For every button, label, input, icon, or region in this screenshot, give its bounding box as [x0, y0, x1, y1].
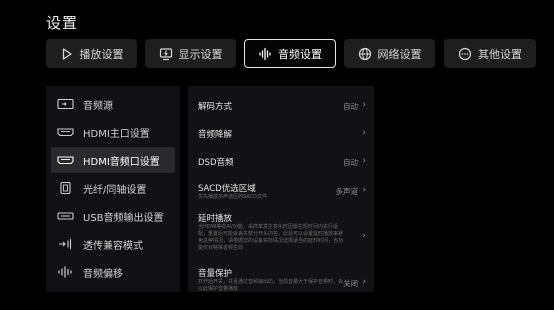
- chevron-right-icon: ›: [362, 277, 366, 287]
- setting-description: 当HDMI等有AV功能，采样率发生变化时因需在短时间内进行适配，重置后可能会丢失…: [198, 224, 344, 251]
- tab-label: 播放设置: [79, 47, 124, 61]
- audio-wave-icon: [57, 266, 74, 278]
- sidebar-item-label: 音频源: [83, 100, 113, 112]
- setting-description: 优先播放多声道区的SACD文件: [198, 194, 267, 200]
- chevron-right-icon: ›: [362, 185, 366, 195]
- setting-sacd-region[interactable]: SACD优选区域 多声道 › 优先播放多声道区的SACD文件: [198, 182, 366, 204]
- chevron-right-icon: ›: [362, 156, 366, 166]
- tab-audio[interactable]: 音频设置: [244, 39, 336, 68]
- sidebar-item-label: HDMI主口设置: [83, 128, 150, 140]
- usb-icon: [57, 210, 74, 222]
- optical-icon: [57, 182, 74, 194]
- setting-value: 自动: [343, 102, 358, 111]
- sidebar-item-hdmi-audio[interactable]: HDMI音频口设置: [51, 147, 175, 173]
- chevron-right-icon: ›: [362, 231, 366, 241]
- sidebar-item-hdmi-main[interactable]: HDMI主口设置: [51, 119, 175, 145]
- setting-label: 延时播放: [198, 214, 233, 224]
- tab-other[interactable]: 其他设置: [444, 39, 536, 68]
- sidebar-item-passthrough[interactable]: 透传兼容模式: [51, 231, 175, 257]
- chevron-right-icon: ›: [362, 128, 366, 138]
- setting-delayed-playback[interactable]: 延时播放 › 当HDMI等有AV功能，采样率发生变化时因需在短时间内进行适配，重…: [198, 212, 366, 262]
- audio-wave-icon: [258, 47, 272, 61]
- setting-volume-protection[interactable]: 音量保护 关闭 › 打开后开关，并且通过音频输出的，当前音量大于保护音量时，会以…: [198, 267, 366, 292]
- audio-sidebar: 音频源 HDMI主口设置 HDMI音频口设置 光纤/同轴设置 USB音频输出设置…: [46, 86, 180, 292]
- chevron-right-icon: ›: [362, 100, 366, 110]
- page-title: 设置: [46, 14, 79, 32]
- sidebar-item-optical-coax[interactable]: 光纤/同轴设置: [51, 175, 175, 201]
- setting-description: 打开后开关，并且通过音频输出的，当前音量大于保护音量时，会以此保护音量播放: [198, 279, 344, 292]
- globe-icon: [358, 47, 372, 61]
- passthrough-icon: [57, 238, 74, 250]
- setting-label: 音频降解: [198, 130, 233, 140]
- setting-value: 自动: [343, 158, 358, 167]
- setting-label: SACD优选区域: [198, 184, 256, 194]
- setting-label: DSD音频: [198, 158, 234, 168]
- more-icon: [458, 47, 472, 61]
- sidebar-item-label: 透传兼容模式: [83, 240, 143, 252]
- setting-label: 音量保护: [198, 269, 233, 279]
- sidebar-item-label: 音频偏移: [83, 268, 123, 280]
- sidebar-item-audio-offset[interactable]: 音频偏移: [51, 259, 175, 285]
- display-icon: [159, 47, 173, 61]
- setting-label: 解码方式: [198, 102, 233, 112]
- tab-label: 显示设置: [178, 47, 223, 61]
- setting-audio-downmix[interactable]: 音频降解 ›: [198, 128, 366, 140]
- settings-tabs: 播放设置 显示设置 音频设置 网络设置 其他设置: [46, 39, 536, 68]
- sidebar-item-usb-output[interactable]: USB音频输出设置: [51, 203, 175, 229]
- sidebar-item-label: HDMI音频口设置: [83, 156, 160, 168]
- sidebar-item-label: USB音频输出设置: [83, 212, 164, 224]
- sidebar-item-label: 光纤/同轴设置: [83, 184, 147, 196]
- tab-label: 其他设置: [478, 47, 522, 61]
- setting-decode-mode[interactable]: 解码方式 自动 ›: [198, 100, 366, 112]
- tab-network[interactable]: 网络设置: [344, 39, 435, 68]
- hdmi-icon: [57, 154, 74, 166]
- sidebar-item-audio-source[interactable]: 音频源: [51, 91, 175, 117]
- audio-source-icon: [57, 98, 74, 110]
- tab-playback[interactable]: 播放设置: [46, 39, 137, 68]
- settings-panel: 解码方式 自动 › 音频降解 › DSD音频 自动 › SACD优选区域 多声道…: [188, 86, 374, 292]
- tab-display[interactable]: 显示设置: [145, 39, 236, 68]
- play-icon: [60, 47, 74, 61]
- tab-label: 音频设置: [278, 47, 322, 61]
- setting-dsd-audio[interactable]: DSD音频 自动 ›: [198, 156, 366, 168]
- hdmi-icon: [57, 126, 74, 138]
- tab-label: 网络设置: [377, 47, 422, 61]
